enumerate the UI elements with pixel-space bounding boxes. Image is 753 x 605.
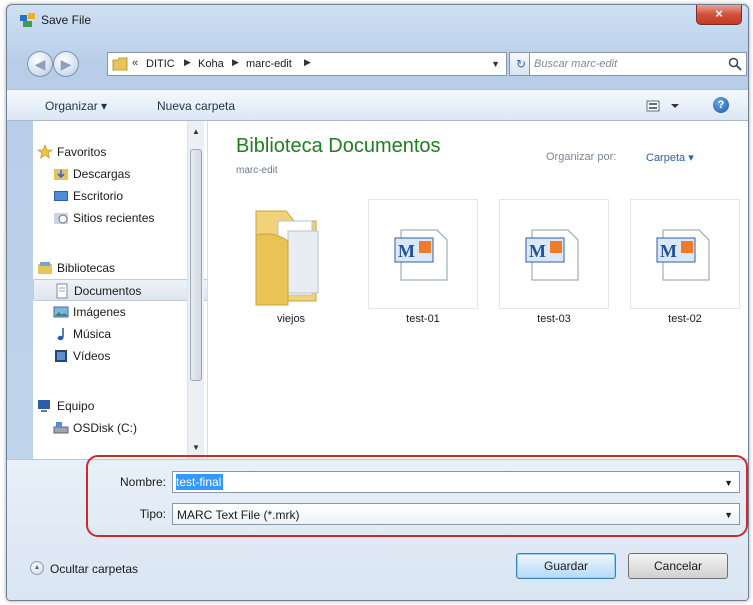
- address-bar[interactable]: « DITIC ▶ Koha ▶ marc-edit ▶ ▼: [107, 52, 507, 76]
- chevron-down-icon[interactable]: ▼: [491, 59, 500, 69]
- breadcrumb-koha[interactable]: Koha: [198, 58, 224, 70]
- nav-label: Escritorio: [73, 189, 124, 203]
- back-button[interactable]: ◀: [27, 51, 53, 77]
- file-thumbnail: M: [368, 199, 478, 309]
- desktop-icon: [54, 191, 68, 201]
- breadcrumb-marc-edit[interactable]: marc-edit: [246, 58, 292, 70]
- recent-places-icon: [54, 213, 68, 224]
- nav-label: Vídeos: [73, 349, 111, 363]
- file-name-label: Nombre:: [119, 475, 166, 489]
- file-name: viejos: [276, 313, 306, 325]
- file-thumbnail: M: [499, 199, 609, 309]
- file-list-pane: Biblioteca Documentos marc-edit Organiza…: [207, 121, 748, 459]
- marc-file-icon: M: [525, 229, 579, 281]
- window-title: Save File: [41, 13, 92, 27]
- view-options-icon[interactable]: [645, 98, 683, 114]
- new-folder-button[interactable]: Nueva carpeta: [157, 99, 235, 113]
- search-icon[interactable]: [728, 57, 742, 71]
- svg-text:M: M: [398, 241, 415, 261]
- documents-icon: [56, 283, 68, 299]
- title-bar: Save File ×: [7, 5, 748, 35]
- cancel-button[interactable]: Cancelar: [628, 553, 728, 579]
- search-input[interactable]: [534, 56, 724, 72]
- nav-item-desktop[interactable]: Escritorio: [33, 185, 209, 207]
- nav-item-downloads[interactable]: Descargas: [33, 163, 209, 185]
- nav-item-images[interactable]: Imágenes: [33, 301, 209, 323]
- nav-label: Sitios recientes: [73, 211, 155, 225]
- file-name: test-02: [668, 313, 702, 325]
- file-name-input[interactable]: [176, 474, 696, 490]
- nav-label: Descargas: [73, 167, 131, 181]
- scroll-thumb[interactable]: [190, 149, 202, 381]
- file-name-combobox[interactable]: ▼: [172, 471, 740, 493]
- arrange-by-label: Organizar por:: [546, 151, 617, 163]
- nav-item-osdisk[interactable]: OSDisk (C:): [33, 417, 209, 439]
- help-icon[interactable]: ?: [713, 97, 729, 113]
- nav-label: Música: [73, 327, 112, 341]
- chevron-right-icon[interactable]: ▶: [232, 57, 239, 68]
- file-thumbnail: M: [630, 199, 740, 309]
- nav-computer[interactable]: Equipo: [33, 395, 209, 417]
- scroll-down-icon[interactable]: ▼: [192, 443, 200, 452]
- svg-text:M: M: [529, 241, 546, 261]
- file-item-marc[interactable]: M test-02: [630, 199, 740, 325]
- star-icon: [37, 144, 53, 159]
- nav-scrollbar[interactable]: ▲ ▼: [187, 121, 204, 459]
- app-icon: [20, 13, 35, 27]
- folder-icon: [112, 57, 128, 71]
- nav-label: Documentos: [74, 284, 142, 298]
- library-title: Biblioteca Documentos: [236, 135, 441, 157]
- search-box[interactable]: [529, 52, 747, 76]
- file-name: test-03: [537, 313, 571, 325]
- nav-item-videos[interactable]: Vídeos: [33, 345, 209, 367]
- chevron-down-icon[interactable]: ▼: [724, 478, 733, 488]
- computer-icon: [38, 400, 50, 412]
- nav-label: Favoritos: [57, 145, 107, 159]
- nav-item-recent-places[interactable]: Sitios recientes: [33, 207, 209, 229]
- music-note-icon: [57, 328, 64, 341]
- folder-icon: [236, 199, 346, 309]
- library-subtitle: marc-edit: [236, 165, 278, 176]
- marc-file-icon: M: [394, 229, 448, 281]
- arrange-by-dropdown[interactable]: Carpeta ▾: [646, 151, 694, 164]
- close-button[interactable]: ×: [696, 5, 742, 25]
- address-row: ◀ ▶ « DITIC ▶ Koha ▶ marc-edit ▶ ▼ ↻: [7, 35, 748, 89]
- breadcrumb-overflow[interactable]: «: [132, 57, 138, 69]
- file-item-folder[interactable]: viejos: [236, 199, 346, 325]
- nav-label: OSDisk (C:): [73, 421, 137, 435]
- images-icon: [53, 306, 69, 318]
- nav-item-music[interactable]: Música: [33, 323, 209, 345]
- nav-libraries[interactable]: Bibliotecas: [33, 257, 209, 279]
- save-button[interactable]: Guardar: [516, 553, 616, 579]
- forward-button[interactable]: ▶: [53, 51, 79, 77]
- file-type-label: Tipo:: [139, 507, 166, 521]
- command-toolbar: Organizar ▾ Nueva carpeta ?: [7, 89, 748, 121]
- nav-label: Imágenes: [73, 305, 126, 319]
- nav-favorites[interactable]: Favoritos: [33, 141, 209, 163]
- nav-item-documents[interactable]: Documentos: [33, 279, 209, 301]
- breadcrumb-ditic[interactable]: DITIC: [146, 58, 175, 70]
- nav-label: Equipo: [57, 399, 95, 413]
- svg-text:M: M: [660, 241, 677, 261]
- downloads-folder-icon: [54, 169, 68, 180]
- file-item-marc[interactable]: M test-01: [368, 199, 478, 325]
- file-name: test-01: [406, 313, 440, 325]
- file-item-marc[interactable]: M test-03: [499, 199, 609, 325]
- navigation-pane: Favoritos Descargas Escritorio Sitios re…: [33, 121, 209, 459]
- chevron-right-icon[interactable]: ▶: [304, 57, 311, 68]
- nav-label: Bibliotecas: [57, 261, 116, 275]
- chevron-up-icon[interactable]: ▲: [30, 561, 44, 575]
- chevron-down-icon[interactable]: ▼: [724, 510, 733, 520]
- file-type-value: MARC Text File (*.mrk): [177, 508, 300, 522]
- hard-drive-icon: [53, 422, 69, 434]
- libraries-icon: [38, 262, 52, 274]
- scroll-up-icon[interactable]: ▲: [192, 127, 200, 136]
- chevron-right-icon[interactable]: ▶: [184, 57, 191, 68]
- video-icon: [55, 350, 67, 362]
- hide-folders-label: Ocultar carpetas: [50, 562, 139, 576]
- file-type-select[interactable]: MARC Text File (*.mrk) ▼: [172, 503, 740, 525]
- organize-menu[interactable]: Organizar ▾: [45, 99, 107, 113]
- marc-file-icon: M: [656, 229, 710, 281]
